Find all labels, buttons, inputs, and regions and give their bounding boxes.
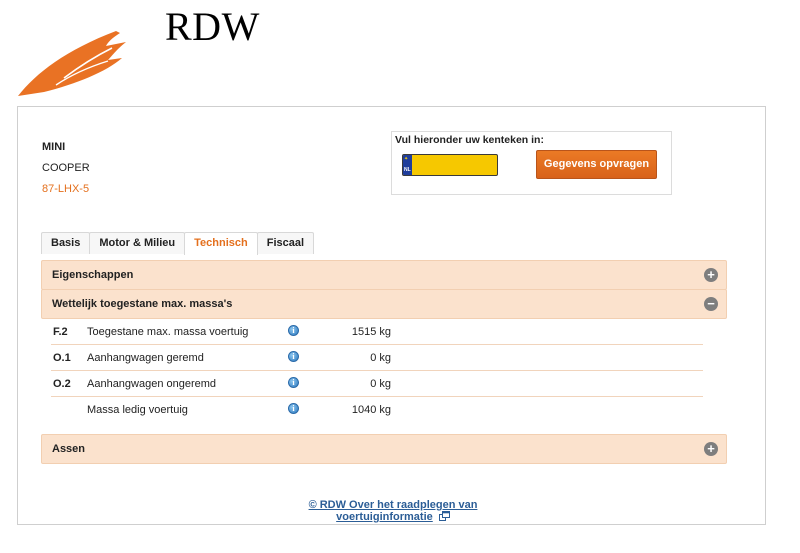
info-icon[interactable]: i xyxy=(288,325,299,336)
about-vehicle-info-link[interactable]: © RDW Over het raadplegen van voertuigin… xyxy=(309,499,478,523)
eu-flag-icon: ✦ NL xyxy=(403,155,412,175)
request-data-button[interactable]: Gegevens opvragen xyxy=(536,150,657,179)
plate-lookup-label: Vul hieronder uw kenteken in: xyxy=(395,134,544,146)
row-value: 1515 kg xyxy=(351,326,391,338)
brand-name: RDW xyxy=(165,4,260,49)
tab-fiscaal[interactable]: Fiscaal xyxy=(256,232,315,254)
row-label: Toegestane max. massa voertuig xyxy=(87,326,249,338)
minus-circle-icon[interactable]: − xyxy=(704,297,718,311)
section-massa[interactable]: Wettelijk toegestane max. massa's − xyxy=(41,289,727,319)
section-title: Wettelijk toegestane max. massa's xyxy=(52,298,233,310)
external-link-icon xyxy=(438,511,450,521)
footer: © RDW Over het raadplegen van voertuigin… xyxy=(268,499,518,523)
vehicle-plate: 87-LHX-5 xyxy=(42,183,90,195)
row-code: O.2 xyxy=(53,378,71,390)
row-label: Massa ledig voertuig xyxy=(87,404,188,416)
section-title: Eigenschappen xyxy=(52,269,134,281)
row-value: 0 kg xyxy=(370,352,391,364)
tab-technisch[interactable]: Technisch xyxy=(184,232,258,255)
table-row: O.1 Aanhangwagen geremd i 0 kg xyxy=(51,345,703,371)
info-icon[interactable]: i xyxy=(288,377,299,388)
section-eigenschappen[interactable]: Eigenschappen + xyxy=(41,260,727,290)
rdw-logo-icon xyxy=(18,31,126,96)
section-assen[interactable]: Assen + xyxy=(41,434,727,464)
info-icon[interactable]: i xyxy=(288,351,299,362)
tab-basis[interactable]: Basis xyxy=(41,232,91,254)
vehicle-model: COOPER xyxy=(42,162,90,174)
vehicle-info-panel: MINI COOPER 87-LHX-5 Vul hieronder uw ke… xyxy=(17,106,766,525)
table-row: F.2 Toegestane max. massa voertuig i 151… xyxy=(51,319,703,345)
table-row: O.2 Aanhangwagen ongeremd i 0 kg xyxy=(51,371,703,397)
tab-motor-milieu[interactable]: Motor & Milieu xyxy=(89,232,186,254)
row-code: F.2 xyxy=(53,326,68,338)
license-plate-field[interactable]: ✦ NL xyxy=(402,154,498,176)
info-icon[interactable]: i xyxy=(288,403,299,414)
plus-circle-icon[interactable]: + xyxy=(704,442,718,456)
row-label: Aanhangwagen geremd xyxy=(87,352,204,364)
plate-lookup-box: Vul hieronder uw kenteken in: ✦ NL Gegev… xyxy=(391,131,672,195)
massa-table: F.2 Toegestane max. massa voertuig i 151… xyxy=(41,319,727,422)
row-value: 1040 kg xyxy=(351,404,391,416)
tab-bar: Basis Motor & Milieu Technisch Fiscaal xyxy=(41,232,315,255)
row-code: O.1 xyxy=(53,352,71,364)
section-title: Assen xyxy=(52,443,86,455)
table-row: Massa ledig voertuig i 1040 kg xyxy=(51,397,703,422)
plus-circle-icon[interactable]: + xyxy=(704,268,718,282)
row-value: 0 kg xyxy=(370,378,391,390)
vehicle-summary: MINI COOPER 87-LHX-5 xyxy=(42,141,90,204)
license-plate-input[interactable] xyxy=(413,156,495,173)
vehicle-make: MINI xyxy=(42,141,66,153)
row-label: Aanhangwagen ongeremd xyxy=(87,378,217,390)
